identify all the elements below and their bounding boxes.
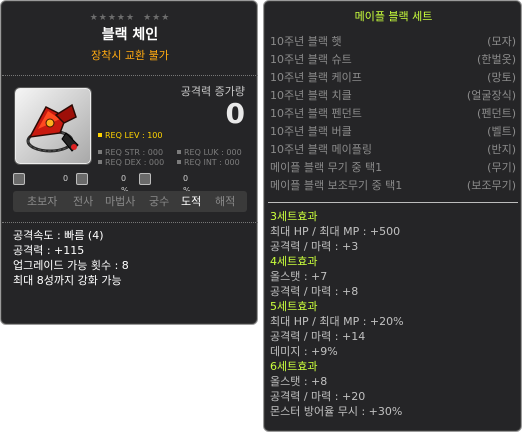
bullet-icon	[177, 160, 181, 164]
set-effect-line: 올스탯 : +8	[270, 375, 328, 388]
set-effect-4-title: 4세트효과	[270, 255, 318, 268]
job-magician: 마법사	[105, 195, 136, 208]
set-effect-line: 최대 HP / 최대 MP : +20%	[270, 315, 404, 328]
job-thief: 도적	[181, 195, 202, 208]
set-effect-line: 공격력 / 마력 : +20	[270, 390, 366, 403]
job-requirement-bar: 초보자 전사 마법사 궁수 도적 해적	[13, 191, 247, 212]
bullet-icon	[98, 150, 102, 154]
set-effect-line: 최대 HP / 최대 MP : +500	[270, 225, 401, 238]
item-name: 블랙 체인	[101, 27, 159, 43]
req-int: REQ INT : 000	[177, 158, 240, 168]
attack-speed-stat: 공격속도 : 빠름 (4)	[13, 229, 104, 242]
set-item-pendant: 10주년 블랙 펜던트 (펜던트)	[270, 107, 516, 120]
star-force-stars-group-1: ★★★★★	[89, 13, 136, 23]
set-effect-tooltip: 메이플 블랙 세트 10주년 블랙 햇 (모자) 10주년 블랙 슈트 (한벌옷) …	[263, 0, 522, 432]
attack-stat: 공격력 : +115	[13, 244, 85, 257]
divider	[2, 222, 258, 223]
set-item-weapon: 메이플 블랙 무기 중 택1 (무기)	[270, 161, 516, 174]
upgrade-property-icon	[13, 173, 25, 185]
set-item-hat: 10주년 블랙 햇 (모자)	[270, 35, 516, 48]
item-tooltip: ★★★★★ ★★★ 블랙 체인 장착시 교환 불가 공격력 증가량 0 REQ L…	[0, 0, 258, 325]
set-effect-5-title: 5세트효과	[270, 300, 318, 313]
untradable-notice: 장착시 교환 불가	[91, 49, 169, 62]
set-effect-line: 데미지 : +9%	[270, 345, 338, 358]
set-effect-3-title: 3세트효과	[270, 210, 318, 223]
set-effect-line: 공격력 / 마력 : +8	[270, 285, 359, 298]
defense-property-icon	[139, 173, 151, 185]
star-force-stars-group-2: ★★★	[143, 13, 171, 23]
star-force-indicator: ★★★★★ ★★★	[1, 13, 259, 23]
star-force-max-stat: 최대 8성까지 강화 가능	[13, 274, 122, 287]
set-item-suit: 10주년 블랙 슈트 (한벌옷)	[270, 53, 516, 66]
chain-weapon-icon	[26, 103, 79, 153]
set-item-ring: 10주년 블랙 메이플링 (반지)	[270, 143, 516, 156]
set-item-cape: 10주년 블랙 케이프 (망토)	[270, 71, 516, 84]
upgrade-slots-stat: 업그레이드 가능 횟수 : 8	[13, 259, 129, 272]
set-effect-line: 올스탯 : +7	[270, 270, 328, 283]
set-item-secondary-weapon: 메이플 블랙 보조무기 중 택1 (보조무기)	[270, 179, 516, 192]
bullet-icon	[98, 133, 102, 137]
set-item-belt: 10주년 블랙 버클 (벨트)	[270, 125, 516, 138]
attack-increase-value: 0	[225, 97, 245, 130]
job-beginner: 초보자	[27, 195, 58, 208]
set-effect-6-title: 6세트효과	[270, 360, 318, 373]
job-archer: 궁수	[149, 195, 170, 208]
potential-property-icon	[76, 173, 88, 185]
req-luk: REQ LUK : 000	[177, 148, 242, 158]
set-effect-line: 공격력 / 마력 : +14	[270, 330, 366, 343]
job-warrior: 전사	[73, 195, 94, 208]
divider	[2, 75, 258, 76]
set-effect-line: 공격력 / 마력 : +3	[270, 240, 359, 253]
req-level: REQ LEV : 100	[98, 131, 163, 141]
divider	[268, 202, 518, 203]
bullet-icon	[98, 160, 102, 164]
set-title: 메이플 블랙 세트	[354, 10, 433, 23]
property-value: 0	[63, 174, 69, 183]
set-item-face-accessory: 10주년 블랙 치클 (얼굴장식)	[270, 89, 516, 102]
bullet-icon	[177, 150, 181, 154]
req-dex: REQ DEX : 000	[98, 158, 164, 168]
item-icon-frame	[15, 88, 91, 164]
req-str: REQ STR : 000	[98, 148, 163, 158]
job-pirate: 해적	[215, 195, 236, 208]
set-effect-line: 몬스터 방어율 무시 : +30%	[270, 405, 403, 418]
